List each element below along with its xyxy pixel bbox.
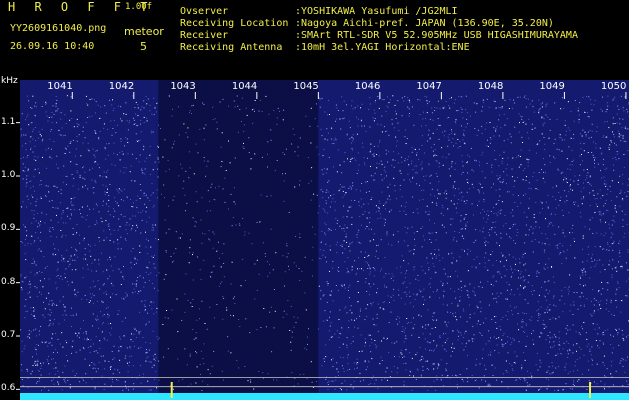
y-tick-label: 0.7 (1, 330, 16, 340)
x-tick-label: 1042 (108, 81, 135, 92)
y-tick-label: 1.0 (1, 170, 16, 180)
signal-strip (20, 393, 629, 400)
y-tick-label: 1.1 (1, 116, 16, 127)
x-tick-label: 1047 (416, 81, 442, 92)
spectrogram (16, 80, 629, 400)
meteor-mark (589, 382, 592, 398)
x-tick-label: 1045 (293, 81, 319, 92)
x-tick-label: 1046 (354, 81, 381, 92)
x-tick-label: 1048 (477, 81, 504, 92)
x-tick-label: 1044 (231, 81, 258, 92)
x-tick-label: 1050 (600, 81, 627, 92)
noise-layer (20, 95, 629, 391)
y-tick-label: 0.9 (1, 223, 16, 234)
x-tick-label: 1049 (539, 81, 565, 92)
y-axis-label: kHz (1, 76, 18, 86)
y-tick-label: 0.6 (1, 383, 16, 394)
meteor-mark (170, 382, 173, 398)
x-tick-label: 1043 (170, 81, 196, 92)
dark-band (158, 80, 319, 400)
y-tick-label: 0.8 (1, 276, 16, 287)
x-tick-label: 1041 (47, 81, 73, 92)
